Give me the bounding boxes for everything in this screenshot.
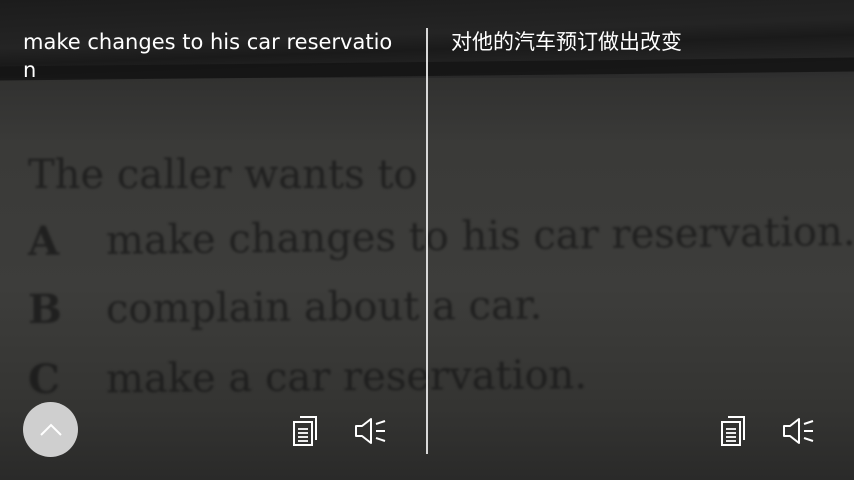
photo-line-text: make changes to his car reservation. [105,208,854,265]
pane-divider [426,28,428,454]
copy-icon [721,416,745,446]
chevron-up-icon [39,423,62,436]
speak-source-button[interactable] [352,413,388,449]
photo-line-option-b: Bcomplain about a car. [28,282,543,333]
copy-source-button[interactable] [287,413,323,449]
speak-translation-button[interactable] [780,413,816,449]
option-letter: A [27,217,60,265]
photo-line-option-c: Cmake a car reservation. [28,351,587,403]
option-letter: B [27,285,63,333]
translated-text[interactable]: 对他的汽车预订做出改变 [451,28,831,56]
speaker-icon [355,418,386,444]
copy-translation-button[interactable] [715,413,751,449]
photo-line-text: make a car reservation. [105,352,588,403]
copy-icon [293,416,317,446]
camera-translate-screen: The caller wants to Amake changes to his… [0,0,854,480]
collapse-button[interactable] [23,402,78,457]
photo-line-text: complain about a car. [105,282,543,333]
photo-line-text: The caller wants to [28,152,418,198]
source-text[interactable]: make changes to his car reservation [23,28,405,84]
photo-line-question: The caller wants to [28,152,418,198]
option-letter: C [27,355,61,403]
photo-line-option-a: Amake changes to his car reservation. [28,208,854,265]
speaker-icon [783,418,814,444]
